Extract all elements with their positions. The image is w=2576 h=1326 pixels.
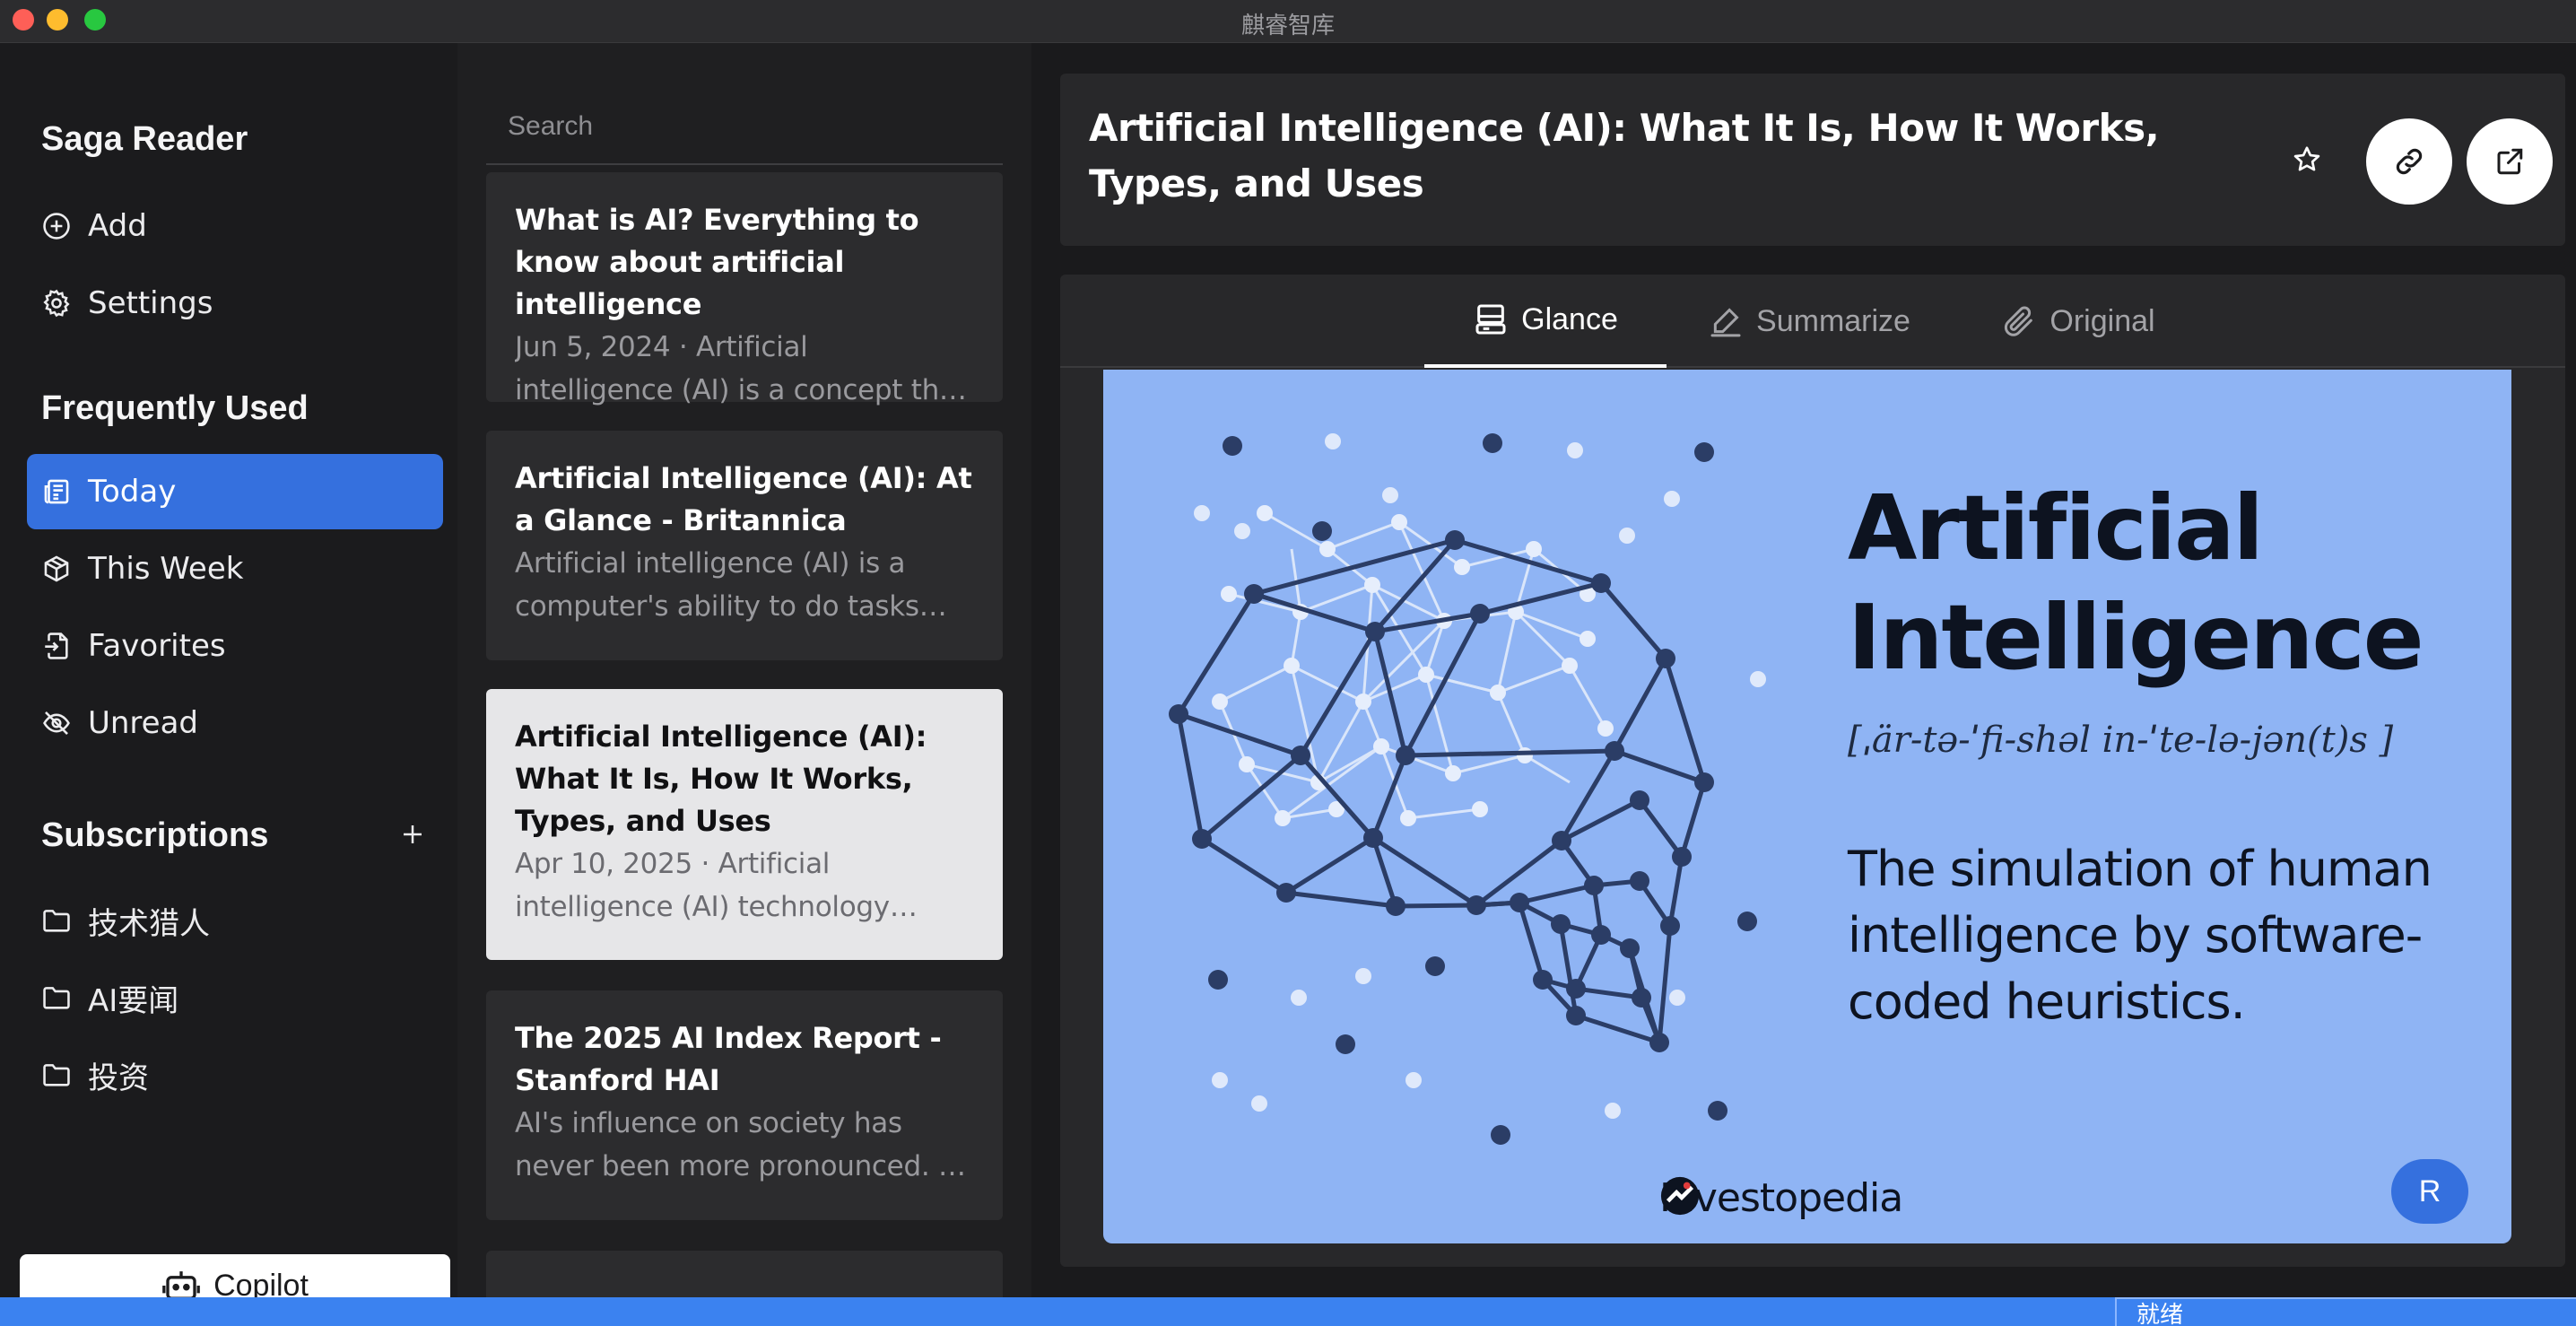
brain-network-illustration xyxy=(1169,433,1766,1145)
hero-description: The simulation of human intelligence by … xyxy=(1848,841,2432,1030)
sidebar-add-button[interactable]: Add xyxy=(27,188,443,264)
article-card-desc: Jun 5, 2024 · Artificial intelligence (A… xyxy=(515,331,967,406)
sidebar-item-label: Settings xyxy=(88,285,213,321)
investopedia-logo-icon xyxy=(1660,1176,1700,1216)
article-card-desc: Artificial intelligence (AI) is a comput… xyxy=(515,547,919,623)
sidebar-item-label: Favorites xyxy=(88,628,226,664)
article-title: Artificial Intelligence (AI): What It Is… xyxy=(1089,106,2160,205)
article-card[interactable]: Artificial Intelligence (AI): At a Glanc… xyxy=(486,431,1003,660)
favorite-button[interactable] xyxy=(2282,135,2332,185)
newspaper-icon xyxy=(41,476,72,507)
hero-pronunciation: [ˌär-tə-ˈfi-shəl in-ˈte-lə-jən(t)s ] xyxy=(1848,720,2394,761)
sidebar-item-this-week[interactable]: This Week xyxy=(27,531,443,606)
tab-label: Original xyxy=(2049,303,2155,338)
title-bar: 麒睿智库 xyxy=(0,0,2576,43)
link-icon xyxy=(2396,148,2423,175)
tab-original[interactable]: Original xyxy=(1957,275,2199,368)
status-bar: 就绪 xyxy=(0,1297,2576,1326)
hero-image: Artificial Intelligence [ˌär-tə-ˈfi-shəl… xyxy=(1103,370,2511,1243)
article-card-title: Artificial Intelligence (AI): At a Glanc… xyxy=(515,461,972,537)
hero-heading-line: Intelligence xyxy=(1848,585,2424,690)
content-panel: Glance Summarize Original Artificial Int… xyxy=(1060,275,2565,1267)
sidebar-item-favorites[interactable]: Favorites xyxy=(27,608,443,684)
sidebar-settings-button[interactable]: Settings xyxy=(27,266,443,341)
plus-icon xyxy=(404,825,422,843)
folder-icon xyxy=(41,982,72,1013)
add-subscription-button[interactable] xyxy=(393,815,432,854)
star-icon xyxy=(2293,146,2320,171)
sidebar: Saga Reader Add Settings Frequently Used… xyxy=(0,43,457,1297)
tab-summarize[interactable]: Summarize xyxy=(1679,275,1939,368)
sidebar-item-today[interactable]: Today xyxy=(27,454,443,529)
article-list: What is AI? Everything to know about art… xyxy=(457,43,1031,1297)
sidebar-item-subscription[interactable]: 投资 xyxy=(27,1037,443,1112)
article-card-title: The 2025 AI Index Report - Stanford HAI xyxy=(515,1021,942,1097)
article-card[interactable] xyxy=(486,1251,1003,1297)
hero-heading-line: Artificial xyxy=(1848,475,2264,580)
sidebar-item-label: This Week xyxy=(88,551,244,587)
sidebar-item-label: Today xyxy=(88,474,177,510)
copy-link-button[interactable] xyxy=(2366,118,2452,205)
article-card-desc: AI's influence on society has never been… xyxy=(515,1107,968,1182)
article-card-title: What is AI? Everything to know about art… xyxy=(515,203,919,321)
folder-icon xyxy=(41,1060,72,1090)
external-link-icon xyxy=(2497,148,2523,175)
view-tabs: Glance Summarize Original xyxy=(1060,275,2565,368)
avatar[interactable]: R xyxy=(2391,1159,2468,1224)
monitor-icon xyxy=(1473,301,1509,337)
window-title: 麒睿智库 xyxy=(1240,13,1335,39)
article-card-selected[interactable]: Artificial Intelligence (AI): What It Is… xyxy=(486,689,1003,960)
sidebar-item-subscription[interactable]: 技术猎人 xyxy=(27,883,443,958)
sidebar-item-label: Add xyxy=(88,208,147,244)
sidebar-item-label: 投资 xyxy=(88,1060,149,1096)
article-card[interactable]: What is AI? Everything to know about art… xyxy=(486,172,1003,406)
status-text: 就绪 xyxy=(2115,1297,2576,1326)
sidebar-item-label: Unread xyxy=(88,705,199,741)
article-card-title: Artificial Intelligence (AI): What It Is… xyxy=(515,720,927,838)
eye-off-icon xyxy=(41,708,72,738)
pen-icon xyxy=(1708,303,1744,339)
hero-heading: Artificial Intelligence xyxy=(1848,474,2424,693)
app-name: Saga Reader xyxy=(41,120,248,158)
plus-circle-icon xyxy=(41,211,72,241)
sidebar-item-subscription[interactable]: AI要闻 xyxy=(27,960,443,1035)
tab-label: Summarize xyxy=(1756,303,1910,338)
article-card-desc: Apr 10, 2025 · Artificial intelligence (… xyxy=(515,848,890,923)
sidebar-item-label: AI要闻 xyxy=(88,982,179,1019)
open-external-button[interactable] xyxy=(2467,118,2553,205)
search-input[interactable] xyxy=(486,90,1003,165)
box-icon xyxy=(41,554,72,584)
document-arrow-icon xyxy=(41,631,72,661)
sidebar-item-unread[interactable]: Unread xyxy=(27,685,443,761)
sidebar-item-label: 技术猎人 xyxy=(88,905,210,942)
gear-icon xyxy=(41,288,72,318)
frequently-used-heading: Frequently Used xyxy=(41,389,309,427)
reader-pane: Artificial Intelligence (AI): What It Is… xyxy=(1031,43,2576,1297)
article-card[interactable]: The 2025 AI Index Report - Stanford HAI … xyxy=(486,990,1003,1220)
tab-glance[interactable]: Glance xyxy=(1424,275,1667,368)
paperclip-icon xyxy=(2001,303,2037,339)
hero-brand: Investopedia xyxy=(1659,1175,1903,1221)
tab-label: Glance xyxy=(1521,301,1618,336)
folder-icon xyxy=(41,905,72,936)
subscriptions-heading: Subscriptions xyxy=(41,816,269,854)
article-header: Artificial Intelligence (AI): What It Is… xyxy=(1060,74,2565,246)
